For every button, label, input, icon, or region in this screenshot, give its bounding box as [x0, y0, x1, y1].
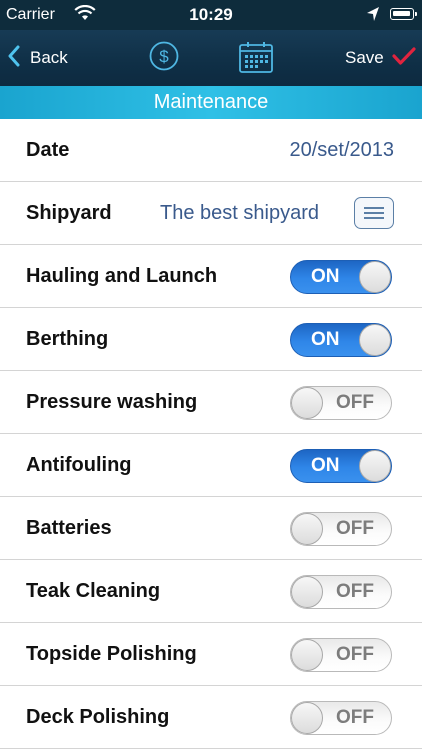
toggle-state-label: ON — [311, 455, 340, 476]
checkmark-icon — [392, 46, 416, 71]
toggle-label: Antifouling — [26, 454, 132, 476]
toggle-label: Deck Polishing — [26, 706, 170, 728]
back-button[interactable]: Back — [8, 42, 68, 74]
toggle-knob[interactable] — [291, 702, 323, 734]
toggle-state-label: ON — [311, 329, 340, 350]
toggle-label: Pressure washing — [26, 391, 198, 413]
date-value[interactable]: 20/set/2013 — [289, 119, 394, 182]
date-label: Date — [26, 139, 70, 161]
toggle-switch-topside-polishing[interactable]: OFF — [290, 638, 392, 672]
toggle-row-teak-cleaning: Teak Cleaning OFF — [0, 560, 422, 623]
shipyard-row: Shipyard The best shipyard — [0, 182, 422, 245]
toggle-state-label: OFF — [336, 518, 374, 539]
shipyard-value[interactable]: The best shipyard — [160, 182, 319, 245]
toggle-state-label: OFF — [336, 644, 374, 665]
toggle-switch-batteries[interactable]: OFF — [290, 512, 392, 546]
svg-text:$: $ — [159, 47, 169, 66]
toggle-row-batteries: Batteries OFF — [0, 497, 422, 560]
toggle-state-label: ON — [311, 266, 340, 287]
toggle-switch-hauling-and-launch[interactable]: ON — [290, 260, 392, 294]
maintenance-form: Date 20/set/2013 Shipyard The best shipy… — [0, 119, 422, 749]
toggle-row-berthing: Berthing ON — [0, 308, 422, 371]
list-icon[interactable] — [354, 197, 394, 229]
toggle-knob[interactable] — [359, 261, 391, 293]
toggle-label: Berthing — [26, 328, 109, 350]
save-label: Save — [345, 48, 384, 67]
toggle-switch-deck-polishing[interactable]: OFF — [290, 701, 392, 735]
toggle-row-deck-polishing: Deck Polishing OFF — [0, 686, 422, 749]
toggle-switch-teak-cleaning[interactable]: OFF — [290, 575, 392, 609]
toggle-row-topside-polishing: Topside Polishing OFF — [0, 623, 422, 686]
toggle-state-label: OFF — [336, 707, 374, 728]
calendar-icon[interactable] — [238, 40, 274, 74]
toggle-state-label: OFF — [336, 392, 374, 413]
toggle-switch-pressure-washing[interactable]: OFF — [290, 386, 392, 420]
navigation-bar: Back $ Save — [0, 30, 422, 86]
shipyard-label: Shipyard — [26, 202, 112, 224]
toggle-knob[interactable] — [291, 387, 323, 419]
toggle-label: Hauling and Launch — [26, 265, 218, 287]
toggle-knob[interactable] — [291, 513, 323, 545]
location-arrow-icon — [366, 6, 380, 27]
toggle-knob[interactable] — [291, 639, 323, 671]
date-row[interactable]: Date 20/set/2013 — [0, 119, 422, 182]
dollar-icon[interactable]: $ — [148, 40, 180, 72]
toggle-switch-antifouling[interactable]: ON — [290, 449, 392, 483]
status-bar: Carrier 10:29 — [0, 0, 422, 30]
toggle-knob[interactable] — [291, 576, 323, 608]
section-header: Maintenance — [0, 86, 422, 119]
status-time: 10:29 — [189, 5, 233, 24]
save-button[interactable]: Save — [345, 42, 416, 74]
toggle-label: Topside Polishing — [26, 643, 197, 665]
toggle-row-antifouling: Antifouling ON — [0, 434, 422, 497]
back-label: Back — [30, 48, 68, 67]
toggle-state-label: OFF — [336, 581, 374, 602]
toggle-knob[interactable] — [359, 450, 391, 482]
toggle-row-pressure-washing: Pressure washing OFF — [0, 371, 422, 434]
toggle-switch-berthing[interactable]: ON — [290, 323, 392, 357]
battery-icon — [390, 8, 417, 20]
chevron-left-icon — [8, 45, 20, 72]
toggle-knob[interactable] — [359, 324, 391, 356]
toggle-label: Batteries — [26, 517, 112, 539]
toggle-label: Teak Cleaning — [26, 580, 161, 602]
toggle-row-hauling-and-launch: Hauling and Launch ON — [0, 245, 422, 308]
